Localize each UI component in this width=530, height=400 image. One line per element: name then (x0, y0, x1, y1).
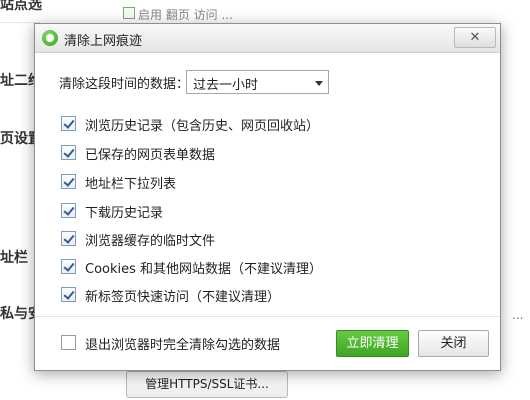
checkmark-icon (63, 117, 75, 129)
dialog-titlebar: 清除上网痕迹 ✕ (35, 24, 500, 53)
option-label: 地址栏下拉列表 (85, 177, 177, 192)
checkbox[interactable] (61, 231, 76, 246)
option-label: 已保存的网页表单数据 (85, 148, 216, 163)
section-label-sites: 站点选 (0, 0, 42, 13)
dialog-title: 清除上网痕迹 (64, 34, 143, 49)
checkbox[interactable] (61, 259, 76, 274)
clear-browsing-data-dialog: 清除上网痕迹 ✕ 清除这段时间的数据： 过去一小时 浏览历史记录（包含历史、网页… (34, 23, 501, 371)
manage-certificates-button[interactable]: 管理HTTPS/SSL证书... (126, 371, 288, 398)
divider (35, 316, 500, 317)
checkmark-icon (63, 288, 75, 300)
time-range-label: 清除这段时间的数据： (59, 77, 190, 92)
checkbox[interactable] (61, 287, 76, 302)
checkbox[interactable] (61, 174, 76, 189)
option-label: 下载历史记录 (85, 206, 164, 221)
option-label: 新标签页快速访问（不建议清理） (85, 290, 281, 305)
checkbox[interactable] (61, 203, 76, 218)
checkbox[interactable] (61, 145, 76, 160)
option-label: 退出浏览器时完全清除勾选的数据 (85, 338, 281, 353)
browser-logo-icon (42, 30, 58, 46)
option-label: Cookies 和其他网站数据（不建议清理） (85, 262, 323, 277)
time-range-value: 过去一小时 (193, 78, 259, 93)
checkbox[interactable] (61, 335, 76, 350)
checkbox[interactable] (61, 116, 76, 131)
checkmark-icon (63, 260, 75, 272)
time-range-select[interactable]: 过去一小时 (186, 70, 329, 94)
checkmark-icon (63, 204, 75, 216)
section-label-address-bar: 址栏 (0, 250, 28, 266)
background-option-text: 启用 翻页 访问 ... (138, 8, 233, 22)
checkmark-icon (63, 146, 75, 158)
close-icon[interactable]: ✕ (454, 27, 496, 48)
background-right-text: ... (512, 308, 524, 322)
clear-now-button[interactable]: 立即清理 (336, 330, 409, 357)
checkmark-icon (63, 175, 75, 187)
checkmark-icon (63, 232, 75, 244)
chevron-down-icon (315, 81, 323, 86)
option-label: 浏览历史记录（包含历史、网页回收站） (85, 119, 320, 134)
option-label: 浏览器缓存的临时文件 (85, 234, 216, 249)
background-checkbox[interactable] (123, 7, 135, 19)
close-button[interactable]: 关闭 (418, 330, 489, 357)
